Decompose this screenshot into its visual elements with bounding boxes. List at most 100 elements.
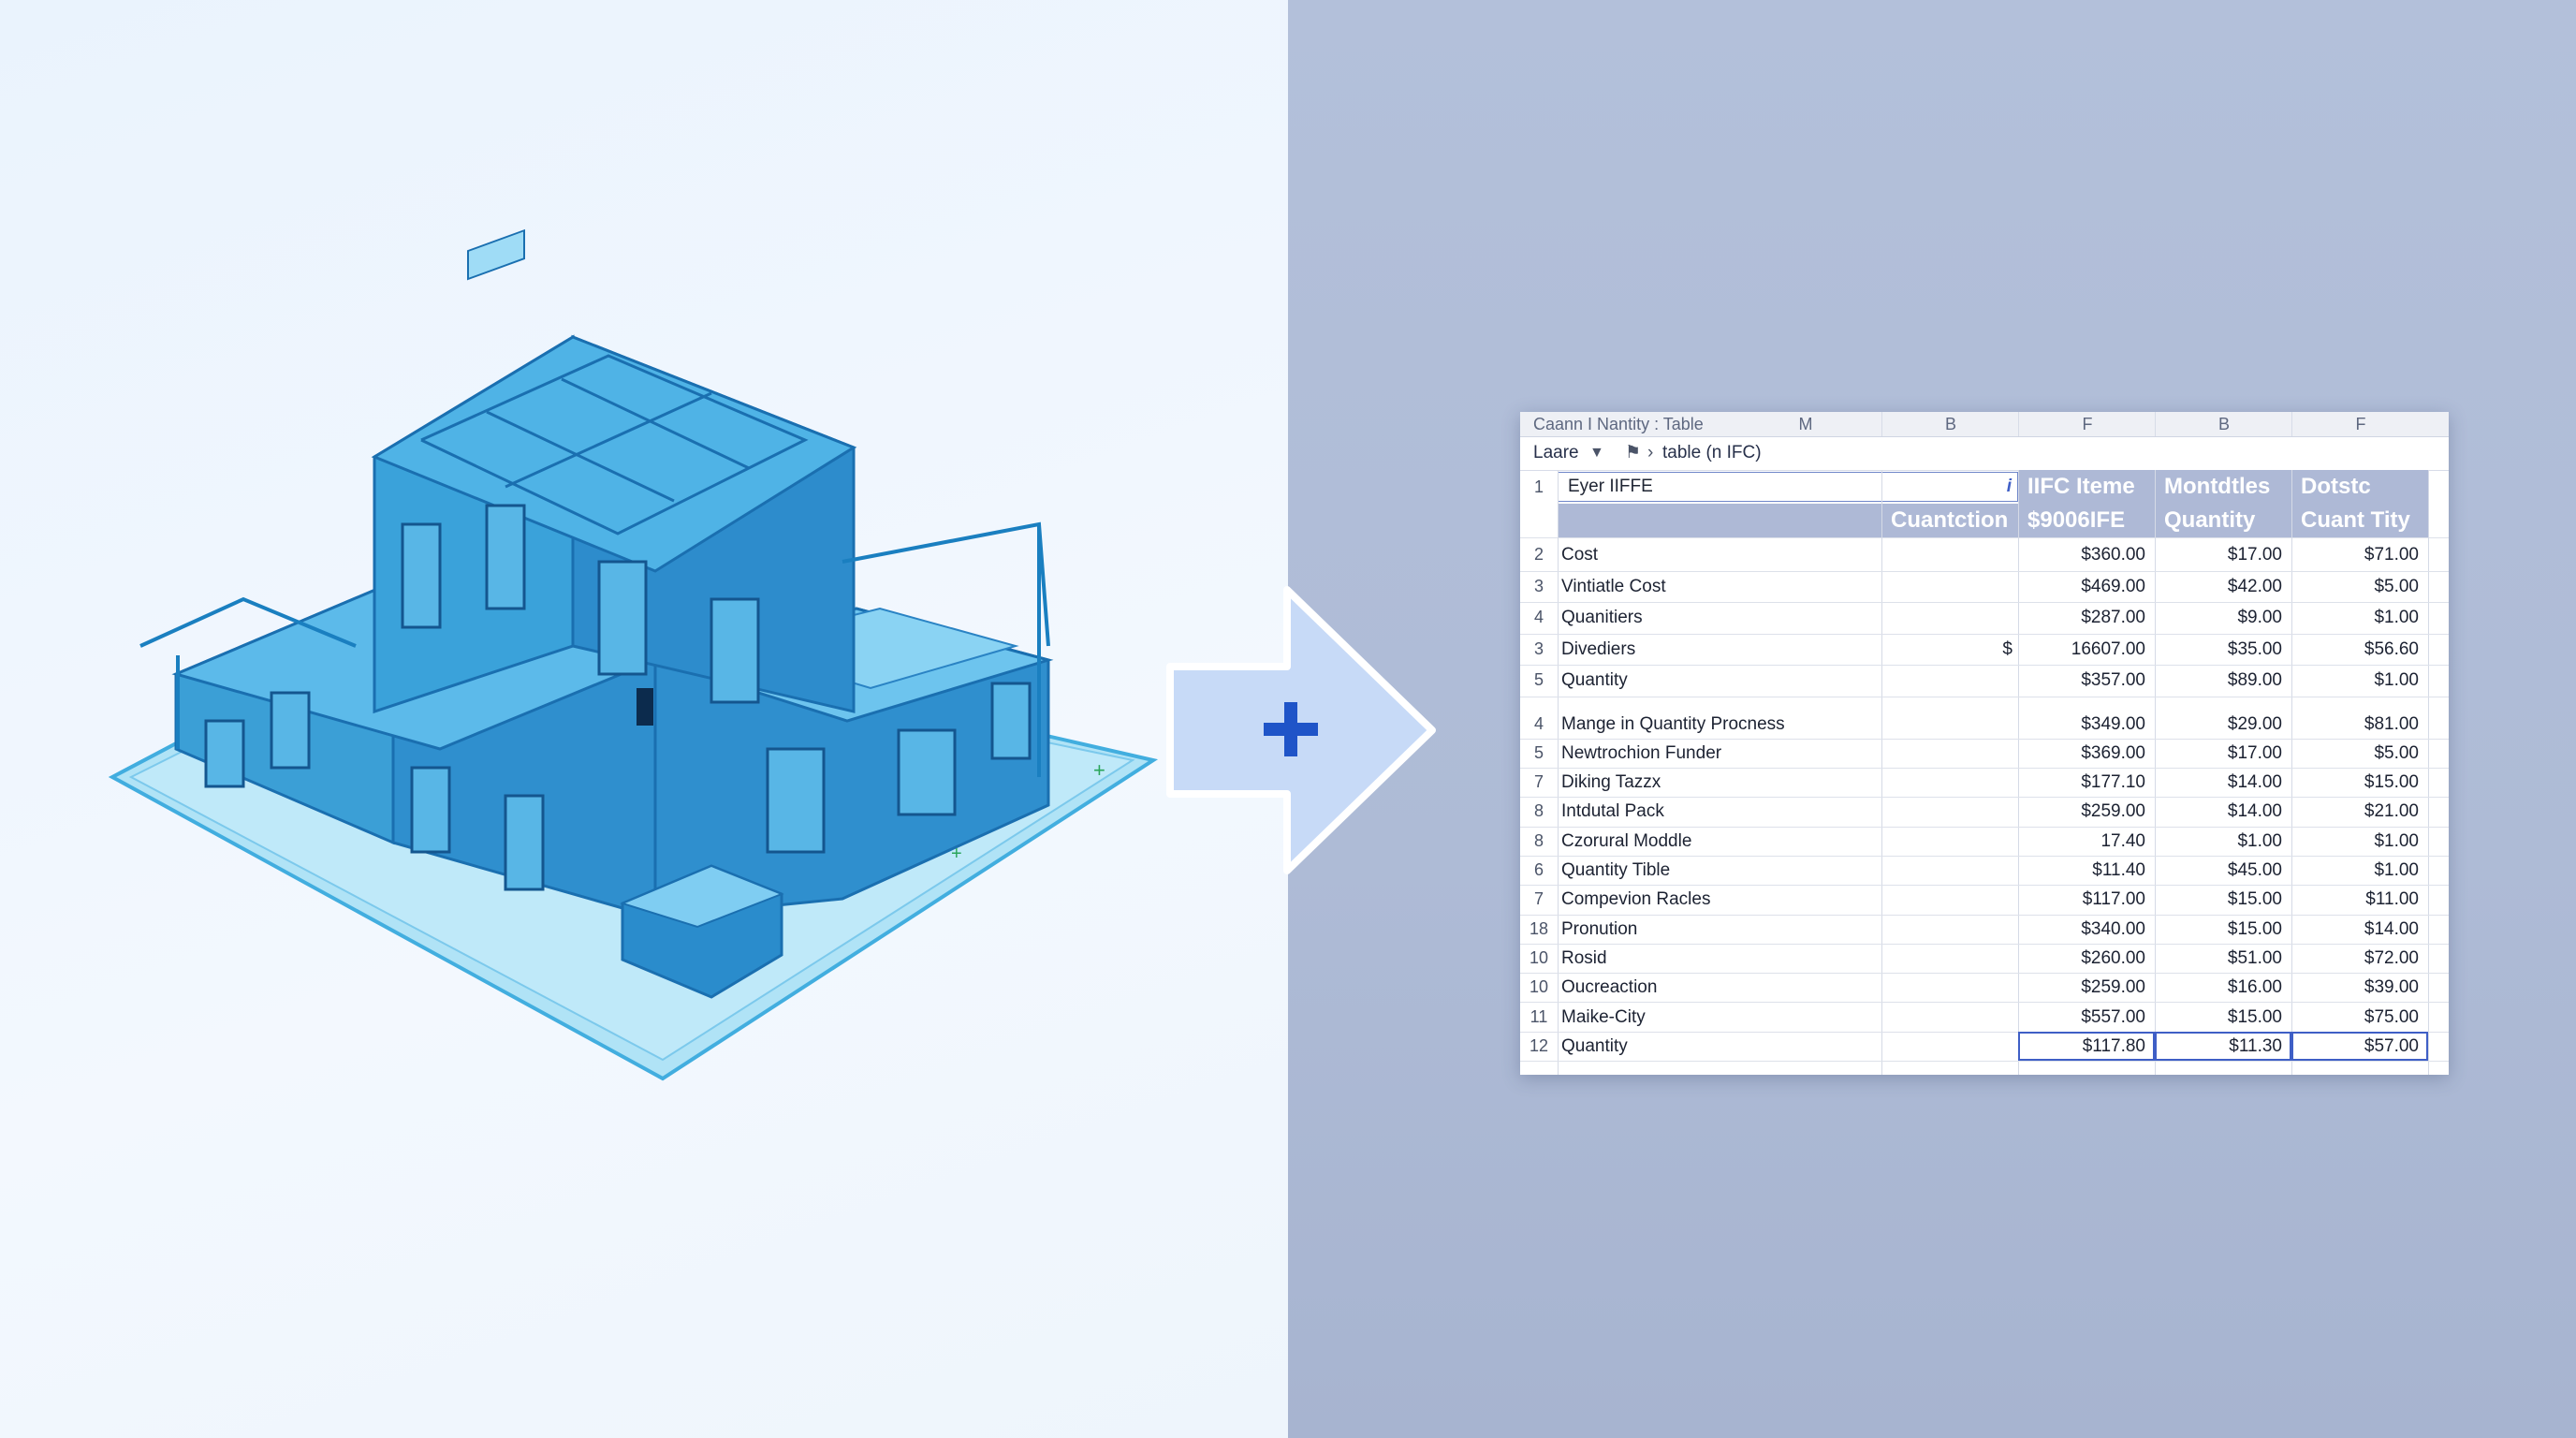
table-row[interactable]: 8 Intdutal Pack $259.00 $14.00 $21.00 <box>1520 797 2449 828</box>
cell-col-e[interactable]: $1.00 <box>2291 602 2419 634</box>
cell-col-d[interactable]: $15.00 <box>2155 885 2282 914</box>
selected-cell-outline <box>2155 1031 2291 1062</box>
table-row[interactable]: 11 Maike-City $557.00 $15.00 $75.00 <box>1520 1003 2449 1033</box>
table-row[interactable]: 5 Quantity $357.00 $89.00 $1.00 <box>1520 665 2449 697</box>
cell-col-c[interactable]: $469.00 <box>2018 571 2145 603</box>
table-row[interactable]: 4 Mange in Quantity Procness $349.00 $29.00… <box>1520 710 2449 740</box>
row-label-cell[interactable]: Cost <box>1561 539 1598 571</box>
cell-col-c[interactable]: $357.00 <box>2018 665 2145 697</box>
cell-col-d[interactable]: $1.00 <box>2155 827 2282 856</box>
row-label-cell[interactable]: Czorural Moddle <box>1561 827 1691 856</box>
row-number: 3 <box>1533 638 1544 658</box>
cell-col-d[interactable]: $14.00 <box>2155 797 2282 826</box>
cell-col-e[interactable]: $39.00 <box>2291 973 2419 1002</box>
table-row[interactable]: 8 Czorural Moddle 17.40 $1.00 $1.00 <box>1520 827 2449 857</box>
cell-col-d[interactable]: $16.00 <box>2155 973 2282 1002</box>
cell-col-c[interactable]: $259.00 <box>2018 797 2145 826</box>
cell-col-c[interactable]: $11.40 <box>2018 856 2145 885</box>
cell-col-d[interactable]: $89.00 <box>2155 665 2282 697</box>
row-label-cell[interactable]: Maike-City <box>1561 1003 1646 1032</box>
cell-col-c[interactable]: $360.00 <box>2018 539 2145 571</box>
cell-col-d[interactable]: $17.00 <box>2155 539 2282 571</box>
row-number: 8 <box>1533 830 1544 850</box>
row-number: 7 <box>1533 889 1544 909</box>
cell-col-d[interactable]: $9.00 <box>2155 602 2282 634</box>
cell-col-c[interactable]: 17.40 <box>2018 827 2145 856</box>
row-label-cell[interactable]: Pronution <box>1561 915 1637 944</box>
cell-col-c[interactable]: $340.00 <box>2018 915 2145 944</box>
cell-col-e[interactable]: $71.00 <box>2291 539 2419 571</box>
cell-col-e[interactable]: $5.00 <box>2291 571 2419 603</box>
cell-col-e[interactable]: $1.00 <box>2291 665 2419 697</box>
row-label-cell[interactable]: Quantity <box>1561 665 1628 697</box>
row-label-cell[interactable]: Oucreaction <box>1561 973 1657 1002</box>
row-label-cell[interactable]: Compevion Racles <box>1561 885 1710 914</box>
table-row[interactable]: 3 Divediers $16607.00 $35.00 $56.60 <box>1520 634 2449 666</box>
row-number: 18 <box>1529 918 1549 938</box>
row-label-cell[interactable]: Vintiatle Cost <box>1561 571 1666 603</box>
cell-col-e[interactable]: $56.60 <box>2291 634 2419 666</box>
cell-col-e[interactable]: $5.00 <box>2291 739 2419 768</box>
cell-col-e[interactable]: $14.00 <box>2291 915 2419 944</box>
row-label-cell[interactable]: Quanitiers <box>1561 602 1643 634</box>
row-label-cell[interactable]: Rosid <box>1561 944 1607 973</box>
cell-col-c[interactable]: $177.10 <box>2018 768 2145 797</box>
cell-col-d[interactable]: $45.00 <box>2155 856 2282 885</box>
cell-col-d[interactable]: $35.00 <box>2155 634 2282 666</box>
row-number: 12 <box>1529 1035 1549 1055</box>
cell-col-d[interactable]: $17.00 <box>2155 739 2282 768</box>
quantity-spreadsheet: Caann I Nantity : Table M B F B F Laare … <box>1520 412 2449 1075</box>
row-label-cell[interactable]: Diking Tazzx <box>1561 768 1661 797</box>
bim-building-model: + + <box>108 228 1159 1081</box>
row-number: 3 <box>1533 576 1544 595</box>
cell-col-e[interactable]: $1.00 <box>2291 856 2419 885</box>
right-arrow-icon <box>1166 586 1436 874</box>
row-number: 2 <box>1533 545 1544 564</box>
table-row[interactable]: 4 Quanitiers $287.00 $9.00 $1.00 <box>1520 602 2449 635</box>
table-row[interactable]: 2 Cost $360.00 $17.00 $71.00 <box>1520 539 2449 572</box>
cell-col-c[interactable]: $260.00 <box>2018 944 2145 973</box>
row-number: 6 <box>1533 860 1544 879</box>
row-number: 10 <box>1529 977 1549 997</box>
row-number: 10 <box>1529 947 1549 967</box>
table-row[interactable]: 10 Rosid $260.00 $51.00 $72.00 <box>1520 944 2449 975</box>
row-label-cell[interactable]: Mange in Quantity Procness <box>1561 710 1785 739</box>
table-row[interactable]: 10 Oucreaction $259.00 $16.00 $39.00 <box>1520 973 2449 1004</box>
row-label-cell[interactable]: Newtrochion Funder <box>1561 739 1721 768</box>
row-number: 7 <box>1533 772 1544 792</box>
cell-col-c[interactable]: $369.00 <box>2018 739 2145 768</box>
table-row[interactable]: 18 Pronution $340.00 $15.00 $14.00 <box>1520 915 2449 945</box>
cell-col-e[interactable]: $1.00 <box>2291 827 2419 856</box>
cell-col-e[interactable]: $21.00 <box>2291 797 2419 826</box>
selected-cell-outline <box>2291 1031 2428 1062</box>
cell-col-d[interactable]: $42.00 <box>2155 571 2282 603</box>
cell-col-d[interactable]: $15.00 <box>2155 1003 2282 1032</box>
cell-col-e[interactable]: $72.00 <box>2291 944 2419 973</box>
cell-col-c[interactable]: $557.00 <box>2018 1003 2145 1032</box>
row-label-cell[interactable]: Quantity <box>1561 1032 1628 1061</box>
row-label-cell[interactable]: Quantity Tible <box>1561 856 1670 885</box>
table-row[interactable]: 7 Diking Tazzx $177.10 $14.00 $15.00 <box>1520 768 2449 799</box>
cell-col-e[interactable]: $15.00 <box>2291 768 2419 797</box>
cell-col-b[interactable]: $ <box>1881 634 2012 666</box>
cell-col-d[interactable]: $14.00 <box>2155 768 2282 797</box>
row-label-cell[interactable]: Intdutal Pack <box>1561 797 1664 826</box>
cell-col-c[interactable]: $259.00 <box>2018 973 2145 1002</box>
cell-col-c[interactable]: $349.00 <box>2018 710 2145 739</box>
cell-col-e[interactable]: $81.00 <box>2291 710 2419 739</box>
cell-col-e[interactable]: $75.00 <box>2291 1003 2419 1032</box>
cell-col-c[interactable]: 16607.00 <box>2018 634 2145 666</box>
cell-col-c[interactable]: $287.00 <box>2018 602 2145 634</box>
table-row[interactable]: 7 Compevion Racles $117.00 $15.00 $11.00 <box>1520 885 2449 916</box>
row-label-cell[interactable]: Divediers <box>1561 634 1635 666</box>
table-row[interactable]: 6 Quantity Tible $11.40 $45.00 $1.00 <box>1520 856 2449 887</box>
row-number: 5 <box>1533 742 1544 762</box>
table-row[interactable]: 3 Vintiatle Cost $469.00 $42.00 $5.00 <box>1520 571 2449 603</box>
cell-col-d[interactable]: $29.00 <box>2155 710 2282 739</box>
table-row[interactable]: 5 Newtrochion Funder $369.00 $17.00 $5.00 <box>1520 739 2449 770</box>
cell-col-c[interactable]: $117.00 <box>2018 885 2145 914</box>
cell-col-e[interactable]: $11.00 <box>2291 885 2419 914</box>
cell-col-d[interactable]: $51.00 <box>2155 944 2282 973</box>
row-number: 5 <box>1533 670 1544 689</box>
cell-col-d[interactable]: $15.00 <box>2155 915 2282 944</box>
